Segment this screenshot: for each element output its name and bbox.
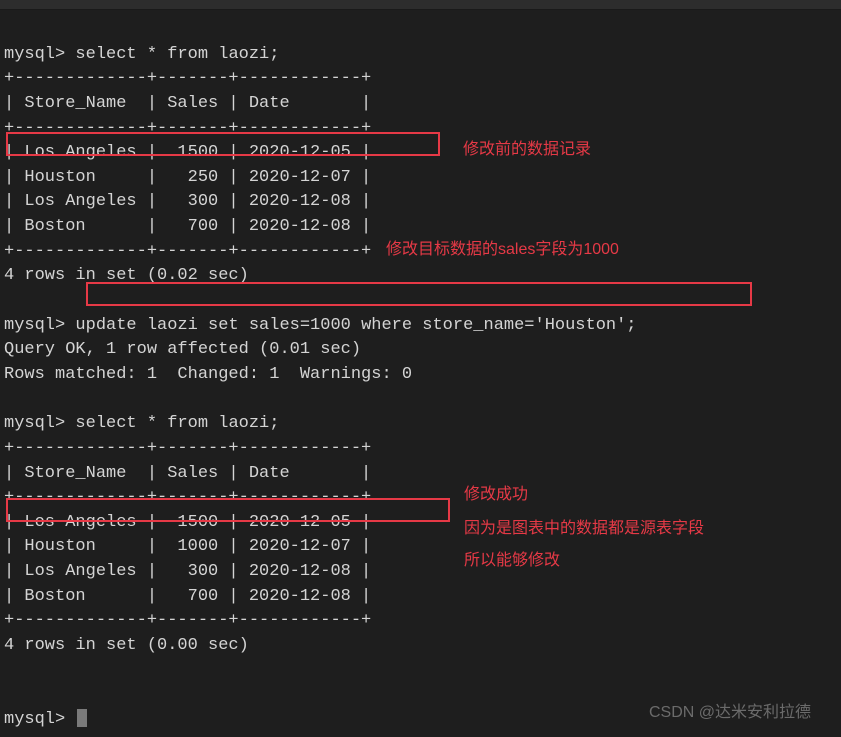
cursor-icon	[77, 709, 87, 727]
table-row: | Houston | 1000 | 2020-12-07 |	[4, 537, 371, 556]
terminal-output[interactable]: mysql> select * from laozi; +-----------…	[0, 10, 841, 737]
table-separator: +-------------+-------+------------+	[4, 242, 371, 261]
table-row: | Los Angeles | 300 | 2020-12-08 |	[4, 192, 371, 211]
annotation-before: 修改前的数据记录	[463, 135, 591, 159]
table-row: | Los Angeles | 300 | 2020-12-08 |	[4, 562, 371, 581]
table-header: | Store_Name | Sales | Date |	[4, 464, 371, 483]
query-ok: Query OK, 1 row affected (0.01 sec)	[4, 340, 361, 359]
table-separator: +-------------+-------+------------+	[4, 488, 371, 507]
blank-line	[4, 661, 14, 680]
blank-line	[4, 685, 14, 704]
sql-query: select * from laozi;	[75, 45, 279, 64]
rows-matched: Rows matched: 1 Changed: 1 Warnings: 0	[4, 365, 412, 384]
result-summary: 4 rows in set (0.02 sec)	[4, 266, 249, 285]
prompt: mysql>	[4, 316, 65, 335]
table-separator: +-------------+-------+------------+	[4, 119, 371, 138]
table-row: | Los Angeles | 1500 | 2020-12-05 |	[4, 143, 371, 162]
table-separator: +-------------+-------+------------+	[4, 439, 371, 458]
annotation-reason1: 因为是图表中的数据都是源表字段	[464, 514, 704, 538]
prompt-line: mysql> select * from laozi;	[4, 414, 279, 433]
watermark: CSDN @达米安利拉德	[649, 698, 811, 722]
table-row: | Los Angeles | 1500 | 2020-12-05 |	[4, 513, 371, 532]
prompt-line: mysql>	[4, 710, 87, 729]
prompt: mysql>	[4, 414, 65, 433]
table-separator: +-------------+-------+------------+	[4, 69, 371, 88]
table-row: | Boston | 700 | 2020-12-08 |	[4, 217, 371, 236]
table-row: | Houston | 250 | 2020-12-07 |	[4, 168, 371, 187]
prompt-line: mysql> update laozi set sales=1000 where…	[4, 316, 637, 335]
annotation-target: 修改目标数据的sales字段为1000	[386, 235, 619, 259]
prompt: mysql>	[4, 710, 65, 729]
result-summary: 4 rows in set (0.00 sec)	[4, 636, 249, 655]
prompt: mysql>	[4, 45, 65, 64]
sql-query: select * from laozi;	[75, 414, 279, 433]
window-titlebar	[0, 0, 841, 10]
sql-query: update laozi set sales=1000 where store_…	[75, 316, 636, 335]
blank-line	[4, 390, 14, 409]
blank-line	[4, 291, 14, 310]
annotation-success: 修改成功	[464, 480, 528, 504]
annotation-reason2: 所以能够修改	[464, 546, 560, 570]
table-header: | Store_Name | Sales | Date |	[4, 94, 371, 113]
table-separator: +-------------+-------+------------+	[4, 611, 371, 630]
prompt-line: mysql> select * from laozi;	[4, 45, 279, 64]
table-row: | Boston | 700 | 2020-12-08 |	[4, 587, 371, 606]
